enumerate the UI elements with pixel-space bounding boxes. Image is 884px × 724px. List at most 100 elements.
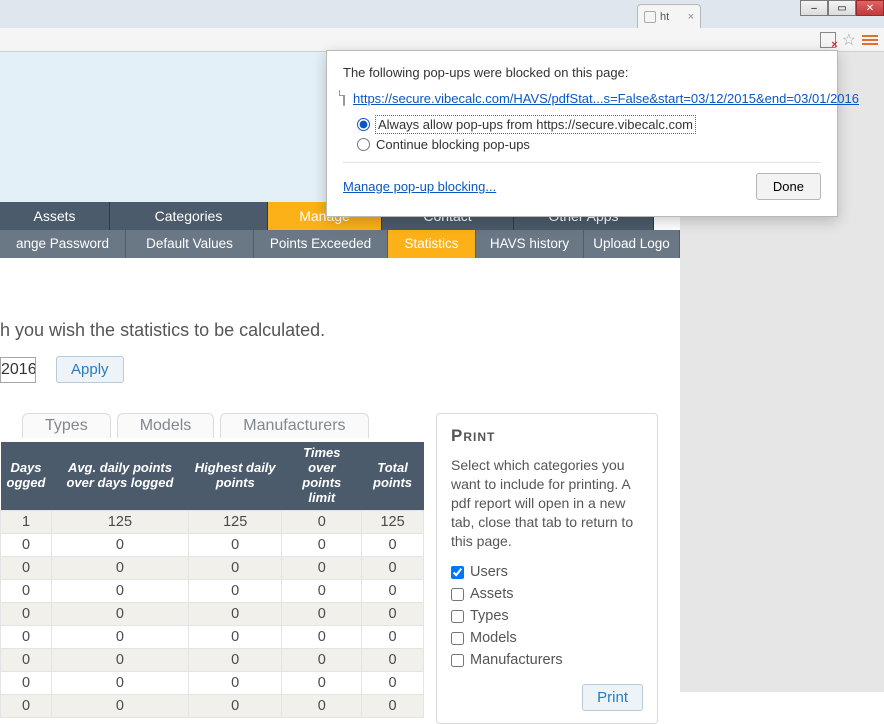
stats-col-header: Avg. daily points over days logged — [51, 442, 188, 510]
continue-blocking-label: Continue blocking pop-ups — [376, 137, 530, 152]
secondary-nav-item[interactable]: Default Values — [126, 230, 254, 258]
table-cell: 0 — [1, 533, 52, 556]
manage-popup-blocking-link[interactable]: Manage pop-up blocking... — [343, 179, 496, 194]
stats-col-header: Highest daily points — [188, 442, 282, 510]
allow-popups-radio[interactable]: Always allow pop-ups from https://secure… — [357, 116, 821, 133]
table-cell: 0 — [188, 579, 282, 602]
table-cell: 0 — [188, 694, 282, 717]
window-controls: – ▭ ✕ — [800, 0, 884, 16]
table-cell: 0 — [1, 579, 52, 602]
stats-tab[interactable]: Types — [22, 413, 111, 438]
print-option-checkbox[interactable] — [451, 610, 464, 623]
table-cell: 0 — [362, 648, 424, 671]
table-cell: 0 — [282, 694, 362, 717]
table-row: 00000 — [1, 694, 424, 717]
continue-blocking-radio[interactable]: Continue blocking pop-ups — [357, 137, 821, 152]
print-option-label: Models — [470, 630, 517, 646]
table-row: 00000 — [1, 625, 424, 648]
secondary-nav-item[interactable]: HAVS history — [476, 230, 584, 258]
browser-toolbar: ☆ — [0, 28, 884, 52]
table-row: 00000 — [1, 648, 424, 671]
table-cell: 0 — [188, 602, 282, 625]
print-option-label: Types — [470, 608, 509, 624]
popup-blocked-icon[interactable] — [820, 32, 836, 48]
table-cell: 0 — [362, 579, 424, 602]
secondary-nav-item[interactable]: Statistics — [388, 230, 476, 258]
table-cell: 0 — [362, 533, 424, 556]
table-cell: 0 — [188, 533, 282, 556]
table-cell: 0 — [282, 602, 362, 625]
table-cell: 0 — [51, 648, 188, 671]
allow-popups-radio-input[interactable] — [357, 118, 370, 131]
table-row: 00000 — [1, 602, 424, 625]
window-close-button[interactable]: ✕ — [856, 0, 884, 16]
table-cell: 0 — [51, 602, 188, 625]
primary-nav-item[interactable]: Assets — [0, 202, 110, 230]
stats-table-area: TypesModelsManufacturers Days oggedAvg. … — [0, 413, 424, 718]
print-option-checkbox[interactable] — [451, 566, 464, 579]
table-cell: 0 — [51, 671, 188, 694]
table-cell: 0 — [188, 556, 282, 579]
table-cell: 0 — [282, 579, 362, 602]
table-cell: 0 — [362, 625, 424, 648]
tab-favicon — [644, 11, 656, 23]
print-option-checkbox[interactable] — [451, 588, 464, 601]
table-cell: 0 — [51, 556, 188, 579]
popup-done-button[interactable]: Done — [756, 173, 821, 200]
table-cell: 0 — [1, 694, 52, 717]
secondary-nav: ange PasswordDefault ValuesPoints Exceed… — [0, 230, 680, 258]
tab-title: ht — [660, 11, 669, 23]
print-panel: Print Select which categories you want t… — [436, 413, 658, 724]
print-option-checkbox[interactable] — [451, 654, 464, 667]
apply-button[interactable]: Apply — [56, 356, 124, 383]
stats-tab[interactable]: Manufacturers — [220, 413, 368, 438]
print-option[interactable]: Types — [451, 608, 643, 624]
date-end-input[interactable] — [0, 357, 36, 383]
primary-nav-item[interactable]: Categories — [110, 202, 268, 230]
table-cell: 0 — [282, 625, 362, 648]
print-description: Select which categories you want to incl… — [451, 456, 643, 550]
table-cell: 0 — [51, 625, 188, 648]
secondary-nav-item[interactable]: Points Exceeded — [254, 230, 388, 258]
tab-close-icon[interactable]: × — [688, 11, 694, 23]
print-option-checkbox[interactable] — [451, 632, 464, 645]
table-cell: 0 — [51, 694, 188, 717]
print-option[interactable]: Assets — [451, 586, 643, 602]
browser-menu-icon[interactable] — [862, 35, 878, 45]
table-cell: 0 — [188, 625, 282, 648]
secondary-nav-item[interactable]: Upload Logo — [584, 230, 680, 258]
table-cell: 0 — [362, 694, 424, 717]
stats-tab[interactable]: Models — [117, 413, 215, 438]
popup-message: The following pop-ups were blocked on th… — [343, 65, 821, 80]
bookmark-star-icon[interactable]: ☆ — [842, 30, 856, 50]
popup-blocker-dialog: The following pop-ups were blocked on th… — [326, 50, 838, 217]
stats-col-header: Times over points limit — [282, 442, 362, 510]
print-option[interactable]: Manufacturers — [451, 652, 643, 668]
table-cell: 125 — [51, 510, 188, 533]
print-option-label: Users — [470, 564, 508, 580]
table-row: 00000 — [1, 556, 424, 579]
table-cell: 0 — [1, 625, 52, 648]
print-option[interactable]: Models — [451, 630, 643, 646]
window-minimize-button[interactable]: – — [800, 0, 828, 16]
print-option-label: Manufacturers — [470, 652, 563, 668]
table-cell: 0 — [282, 510, 362, 533]
table-cell: 0 — [282, 648, 362, 671]
stats-col-header: Total points — [362, 442, 424, 510]
secondary-nav-item[interactable]: ange Password — [0, 230, 126, 258]
print-button[interactable]: Print — [582, 684, 643, 711]
browser-tab[interactable]: ht × — [637, 4, 701, 28]
blocked-popup-link[interactable]: https://secure.vibecalc.com/HAVS/pdfStat… — [353, 91, 859, 106]
stats-col-header: Days ogged — [1, 442, 52, 510]
print-heading: Print — [451, 426, 643, 446]
table-cell: 0 — [51, 579, 188, 602]
print-option[interactable]: Users — [451, 564, 643, 580]
table-cell: 0 — [51, 533, 188, 556]
page-icon — [343, 90, 345, 106]
print-option-label: Assets — [470, 586, 514, 602]
table-cell: 0 — [362, 556, 424, 579]
window-maximize-button[interactable]: ▭ — [828, 0, 856, 16]
table-cell: 0 — [282, 671, 362, 694]
table-row: 11251250125 — [1, 510, 424, 533]
continue-blocking-radio-input[interactable] — [357, 138, 370, 151]
